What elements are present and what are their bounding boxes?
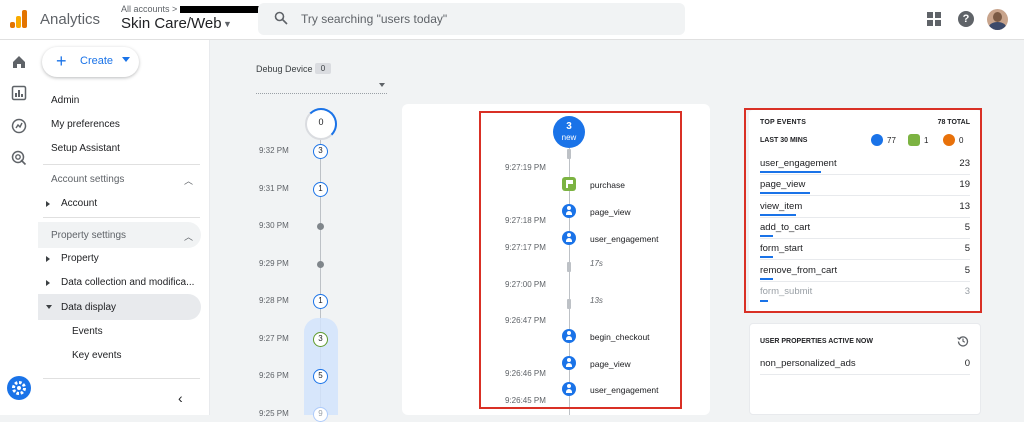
property-dropdown-icon[interactable]: ▼ xyxy=(223,19,232,29)
divider xyxy=(760,374,970,375)
timeline-minute-label: 9:29 PM xyxy=(259,258,289,268)
analytics-logo-icon[interactable] xyxy=(10,10,28,28)
annotation-frame xyxy=(744,108,982,313)
timeline-minute-label: 9:30 PM xyxy=(259,221,289,230)
user-properties-title: USER PROPERTIES ACTIVE NOW xyxy=(760,338,873,345)
plus-icon: + xyxy=(56,51,67,71)
search-bar[interactable]: Try searching "users today" xyxy=(258,3,685,35)
nav-data-display[interactable]: Data display xyxy=(61,302,116,313)
collapse-arrow-icon[interactable] xyxy=(46,305,52,309)
timeline-minute-node[interactable]: 5 xyxy=(313,369,328,384)
nav-property[interactable]: Property xyxy=(61,253,99,264)
chevron-up-icon[interactable]: ︿ xyxy=(184,174,193,187)
admin-nav-panel: + Create Admin My preferences Setup Assi… xyxy=(38,40,210,415)
chevron-down-icon[interactable] xyxy=(379,83,385,87)
nav-my-preferences[interactable]: My preferences xyxy=(51,119,120,130)
timeline-minute-node[interactable]: 3 xyxy=(313,331,328,347)
divider xyxy=(43,217,200,218)
debug-device-select[interactable] xyxy=(256,78,387,94)
timeline-minute-label: 9:31 PM xyxy=(259,183,289,193)
create-button[interactable]: + Create xyxy=(42,47,139,77)
nav-account[interactable]: Account xyxy=(61,198,97,209)
property-selector[interactable]: Skin Care/Web xyxy=(121,15,222,32)
timeline-minute-node[interactable]: 9 xyxy=(313,406,328,422)
chevron-up-icon[interactable]: ︿ xyxy=(184,230,193,243)
top-bar: Analytics All accounts > Skin Care/Web ▼… xyxy=(0,0,1024,40)
advertising-icon[interactable] xyxy=(11,150,27,166)
nav-data-collection[interactable]: Data collection and modifica... xyxy=(61,277,194,288)
expand-arrow-icon[interactable] xyxy=(46,201,50,207)
search-icon xyxy=(274,11,288,25)
divider xyxy=(43,378,200,379)
redacted-account xyxy=(180,6,261,14)
account-breadcrumb[interactable]: All accounts > xyxy=(121,4,261,14)
nav-setup-assistant[interactable]: Setup Assistant xyxy=(51,143,120,154)
search-placeholder: Try searching "users today" xyxy=(301,12,448,26)
chevron-down-icon xyxy=(122,57,130,62)
nav-key-events[interactable]: Key events xyxy=(72,350,121,361)
home-icon[interactable] xyxy=(11,54,27,70)
user-property-value: 0 xyxy=(964,358,970,369)
timeline-minute-node[interactable]: 1 xyxy=(313,181,328,197)
timeline-empty-dot xyxy=(317,223,324,230)
timeline-minute-label: 9:28 PM xyxy=(259,296,289,305)
collapse-nav-icon[interactable]: ‹ xyxy=(178,390,183,406)
user-property-name[interactable]: non_personalized_ads xyxy=(760,358,856,369)
avatar[interactable] xyxy=(987,9,1008,30)
user-properties-card xyxy=(749,323,981,415)
page-scrollbar[interactable] xyxy=(1015,40,1024,415)
admin-gear-icon[interactable] xyxy=(7,376,31,400)
apps-grid-icon[interactable] xyxy=(927,12,941,26)
left-rail xyxy=(0,40,38,415)
divider xyxy=(43,164,200,165)
debug-device-label: Debug Device xyxy=(256,64,313,74)
history-icon[interactable] xyxy=(957,335,969,347)
expand-arrow-icon[interactable] xyxy=(46,280,50,286)
section-account-settings[interactable]: Account settings xyxy=(51,174,124,185)
timeline-seconds-count: 0 xyxy=(318,117,324,127)
section-property-settings[interactable]: Property settings xyxy=(51,230,126,241)
explore-icon[interactable] xyxy=(11,118,27,134)
timeline-minute-label: 9:25 PM xyxy=(259,408,289,418)
nav-admin[interactable]: Admin xyxy=(51,95,79,106)
timeline-minute-node[interactable]: 1 xyxy=(313,294,328,309)
help-icon[interactable]: ? xyxy=(958,11,974,27)
create-label: Create xyxy=(80,55,114,67)
annotation-frame xyxy=(479,111,682,409)
reports-icon[interactable] xyxy=(11,85,27,101)
app-name: Analytics xyxy=(40,11,101,28)
timeline-empty-dot xyxy=(317,260,324,268)
timeline-minute-label: 9:27 PM xyxy=(259,333,289,343)
timeline-minute-label: 9:32 PM xyxy=(259,146,289,155)
debug-device-count: 0 xyxy=(315,63,331,74)
nav-events[interactable]: Events xyxy=(72,326,103,337)
timeline-minute-label: 9:26 PM xyxy=(259,371,289,380)
timeline-minute-node[interactable]: 3 xyxy=(313,144,328,159)
expand-arrow-icon[interactable] xyxy=(46,256,50,262)
